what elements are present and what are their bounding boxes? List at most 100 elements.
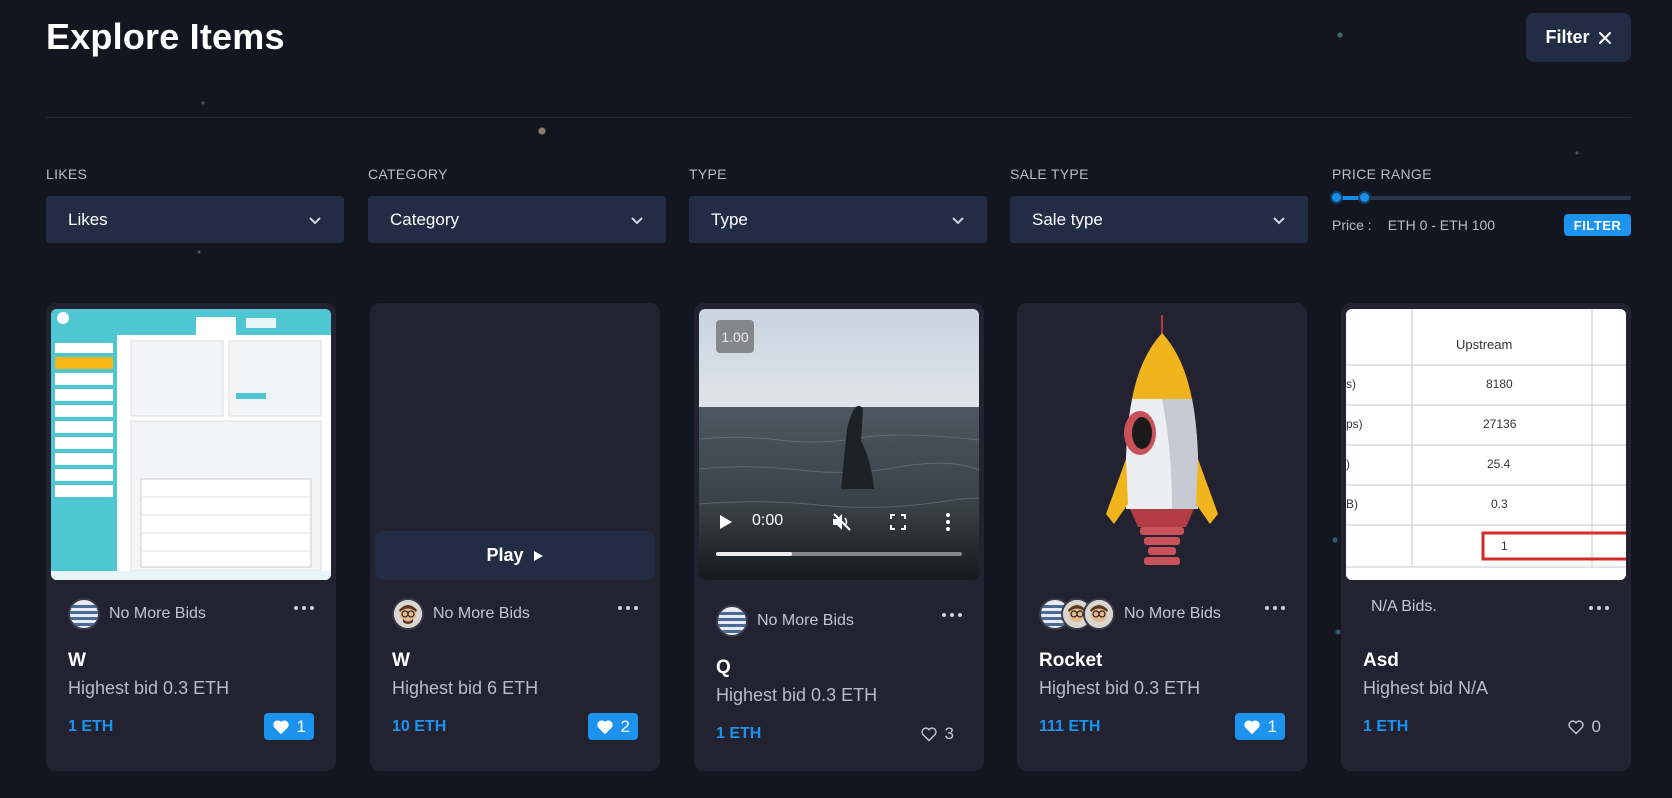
like-button[interactable]: 0 <box>1559 713 1609 740</box>
item-price: 111 ETH <box>1039 718 1101 735</box>
like-count: 1 <box>1267 716 1277 736</box>
item-name[interactable]: Q <box>716 657 731 679</box>
highest-bid: Highest bid N/A <box>1363 678 1489 698</box>
muted-icon[interactable] <box>832 513 852 531</box>
like-count: 2 <box>620 716 630 736</box>
creator-row: N/A Bids. <box>1363 598 1437 616</box>
play-label: Play <box>486 545 524 565</box>
price-min-handle[interactable] <box>1330 191 1343 204</box>
likes-filter: LIKES Likes <box>46 166 344 243</box>
header-divider <box>46 117 1631 118</box>
table-header-upstream: Upstream <box>1456 337 1513 352</box>
item-media-image[interactable] <box>51 309 331 580</box>
sale-type-filter: SALE TYPE Sale type <box>1010 166 1308 243</box>
item-card[interactable]: Upstream s) 8180 ps) 27136 ) 25.4 B) 0.3… <box>1341 303 1631 771</box>
bids-status: No More Bids <box>1124 605 1221 622</box>
fullscreen-icon[interactable] <box>890 514 906 530</box>
apply-price-filter-button[interactable]: FILTER <box>1564 214 1631 236</box>
more-options-icon[interactable] <box>1589 606 1609 612</box>
video-time: 0:00 <box>752 512 784 529</box>
item-name[interactable]: W <box>68 650 86 672</box>
item-card[interactable]: 1.00 0:00 No More Bids Q Highest bid 0.3… <box>694 303 984 771</box>
highest-bid: Highest bid 0.3 ETH <box>68 678 230 698</box>
price-label: Price : <box>1332 217 1372 233</box>
like-count: 1 <box>296 716 306 736</box>
creator-row: No More Bids <box>716 605 854 637</box>
like-button[interactable]: 2 <box>587 713 638 740</box>
type-filter-label: TYPE <box>689 166 727 182</box>
creator-avatar[interactable] <box>392 598 424 630</box>
filter-toggle-button[interactable]: Filter <box>1526 13 1631 62</box>
rocket-image <box>1106 315 1218 565</box>
sale-type-filter-label: SALE TYPE <box>1010 166 1089 182</box>
likes-select[interactable]: Likes <box>46 196 344 243</box>
item-media-image[interactable]: Upstream s) 8180 ps) 27136 ) 25.4 B) 0.3… <box>1346 309 1626 580</box>
price-range-text: Price : ETH 0 - ETH 100 <box>1332 217 1495 233</box>
item-price: 1 ETH <box>716 725 762 742</box>
likes-select-value: Likes <box>68 209 108 229</box>
playback-speed-badge[interactable]: 1.00 <box>716 320 754 353</box>
more-options-icon[interactable] <box>294 606 314 612</box>
chevron-down-icon <box>309 216 321 224</box>
highest-bid: Highest bid 6 ETH <box>392 678 539 698</box>
creator-row: No More Bids <box>392 598 530 630</box>
more-vertical-icon[interactable] <box>946 513 950 531</box>
creator-avatar[interactable] <box>1083 598 1115 630</box>
more-options-icon[interactable] <box>1265 606 1285 612</box>
sale-type-select-value: Sale type <box>1032 209 1103 229</box>
price-range-label: PRICE RANGE <box>1332 166 1432 182</box>
price-max-handle[interactable] <box>1358 191 1371 204</box>
router-dashboard-image <box>51 309 331 580</box>
video-progress-bar[interactable] <box>716 552 962 556</box>
play-button[interactable]: Play <box>375 531 655 580</box>
table-row-label: ) <box>1346 457 1350 471</box>
table-row-value: 25.4 <box>1487 457 1511 471</box>
category-filter-label: CATEGORY <box>368 166 448 182</box>
more-options-icon[interactable] <box>942 613 962 619</box>
item-media-image[interactable] <box>1022 309 1302 580</box>
item-price: 1 ETH <box>1363 718 1409 735</box>
play-icon[interactable] <box>719 514 733 530</box>
item-card[interactable]: No More Bids Rocket Highest bid 0.3 ETH … <box>1017 303 1307 771</box>
item-media-video[interactable]: 1.00 0:00 <box>699 309 979 580</box>
item-name[interactable]: W <box>392 650 410 672</box>
price-range-value: ETH 0 - ETH 100 <box>1387 217 1496 233</box>
type-select-value: Type <box>711 209 748 229</box>
item-name[interactable]: Rocket <box>1039 650 1102 672</box>
heart-icon <box>596 719 613 734</box>
sale-type-select[interactable]: Sale type <box>1010 196 1308 243</box>
video-progress-fill <box>716 552 793 556</box>
close-icon <box>1598 31 1611 44</box>
item-card[interactable]: Play No More Bids W Highest bid 6 ETH 10… <box>370 303 660 771</box>
item-name[interactable]: Asd <box>1363 650 1399 672</box>
bids-status: No More Bids <box>433 605 530 622</box>
more-options-icon[interactable] <box>618 606 638 612</box>
table-row-value: 27136 <box>1483 417 1517 431</box>
bids-status: No More Bids <box>757 612 854 629</box>
item-media-audio[interactable]: Play <box>375 309 655 580</box>
chevron-down-icon <box>1273 216 1285 224</box>
creator-avatar[interactable] <box>68 598 100 630</box>
heart-icon <box>1243 719 1260 734</box>
highest-bid: Highest bid 0.3 ETH <box>716 685 878 705</box>
like-button[interactable]: 3 <box>912 720 962 747</box>
creator-avatar[interactable] <box>716 605 748 637</box>
creator-row: No More Bids <box>1039 598 1221 630</box>
creator-row: No More Bids <box>68 598 206 630</box>
category-select[interactable]: Category <box>368 196 666 243</box>
table-row-label: B) <box>1346 497 1358 511</box>
bids-status: N/A Bids. <box>1371 598 1437 615</box>
item-card[interactable]: No More Bids W Highest bid 0.3 ETH 1 ETH… <box>46 303 336 771</box>
likes-filter-label: LIKES <box>46 166 88 182</box>
like-button[interactable]: 1 <box>1234 713 1285 740</box>
price-range-slider[interactable] <box>1330 191 1631 204</box>
type-filter: TYPE Type <box>689 166 987 243</box>
chevron-down-icon <box>631 216 643 224</box>
category-select-value: Category <box>390 209 459 229</box>
bids-status: No More Bids <box>109 605 206 622</box>
heart-outline-icon <box>1567 719 1584 735</box>
type-select[interactable]: Type <box>689 196 987 243</box>
table-row-label: ps) <box>1346 417 1363 431</box>
table-row-value: 0.3 <box>1491 497 1508 511</box>
like-button[interactable]: 1 <box>263 713 314 740</box>
